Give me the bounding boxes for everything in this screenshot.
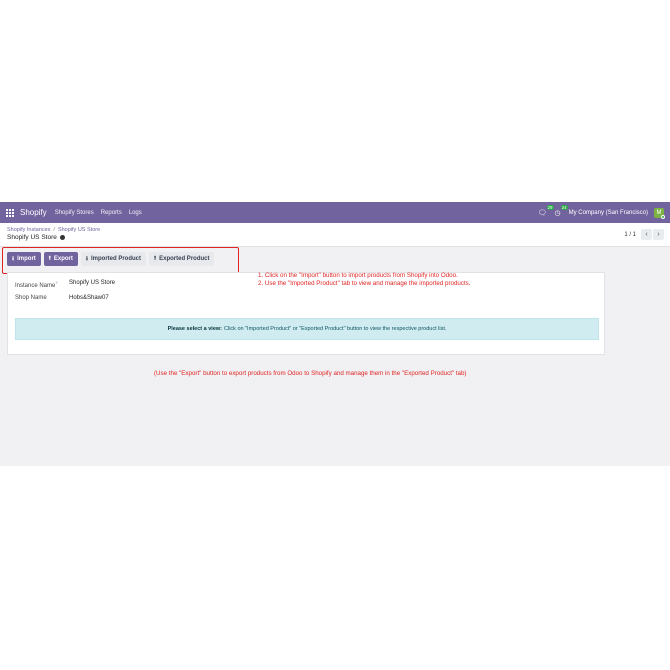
messages-icon[interactable]: 🗨 29 [538,204,554,217]
gear-icon[interactable] [59,235,65,240]
instance-name-value[interactable]: Shopify US Store [69,280,115,289]
top-navbar: Shopify Shopify Stores Reports Logs 🗨 29 … [0,202,670,223]
annotation-export-note: (Use the "Export" button to export produ… [154,370,467,377]
instance-name-label: Instance Name? [15,280,58,289]
pager-next-button[interactable]: › [653,229,664,240]
select-view-alert: Please select a view: Click on "Imported… [15,318,599,340]
alert-text: Click on "Imported Product" or "Exported… [224,326,447,332]
breadcrumb-separator: / [53,227,55,233]
menu-reports[interactable]: Reports [101,210,122,216]
shop-name-field: Shop Name Hobs&Shaw07 [15,295,109,301]
help-tooltip-icon[interactable]: ? [55,280,57,285]
instance-name-field: Instance Name? Shopify US Store [15,280,115,289]
breadcrumb-shopify-instances[interactable]: Shopify Instances [7,227,50,233]
annotation-steps: 1. Click on the "Import" button to impor… [258,272,470,288]
navbar-systray: 🗨 29 ◷ 24 My Company (San Francisco) M [538,204,665,219]
online-status-icon [661,214,665,219]
menu-logs[interactable]: Logs [129,210,142,216]
breadcrumb: Shopify Instances / Shopify US Store [7,227,663,233]
apps-menu-icon[interactable] [6,208,14,217]
annotation-step-1: 1. Click on the "Import" button to impor… [258,272,458,279]
app-brand[interactable]: Shopify [20,208,47,217]
control-panel: Shopify Instances / Shopify US Store Sho… [0,223,670,247]
pager: 1 / 1 ‹ › [624,229,664,240]
highlight-annotation-box [2,247,239,274]
alert-strong-text: Please select a view: [167,326,222,332]
messages-badge: 29 [546,204,554,210]
record-name: Shopify US Store [7,234,57,241]
pager-prev-button[interactable]: ‹ [641,229,652,240]
annotation-step-2: 2. Use the "Imported Product" tab to vie… [258,280,471,287]
menu-shopify-stores[interactable]: Shopify Stores [55,210,94,216]
odoo-app: Shopify Shopify Stores Reports Logs 🗨 29 … [0,202,670,466]
breadcrumb-shopify-us-store[interactable]: Shopify US Store [58,227,100,233]
shop-name-value[interactable]: Hobs&Shaw07 [69,295,109,301]
company-switcher[interactable]: My Company (San Francisco) [569,210,648,216]
user-avatar[interactable]: M [654,207,665,219]
pager-value[interactable]: 1 / 1 [624,232,636,238]
page-title: Shopify US Store [7,234,663,241]
activity-clock-icon[interactable]: ◷ 24 [555,204,568,217]
shop-name-label: Shop Name [15,295,47,301]
activity-badge: 24 [560,204,568,210]
